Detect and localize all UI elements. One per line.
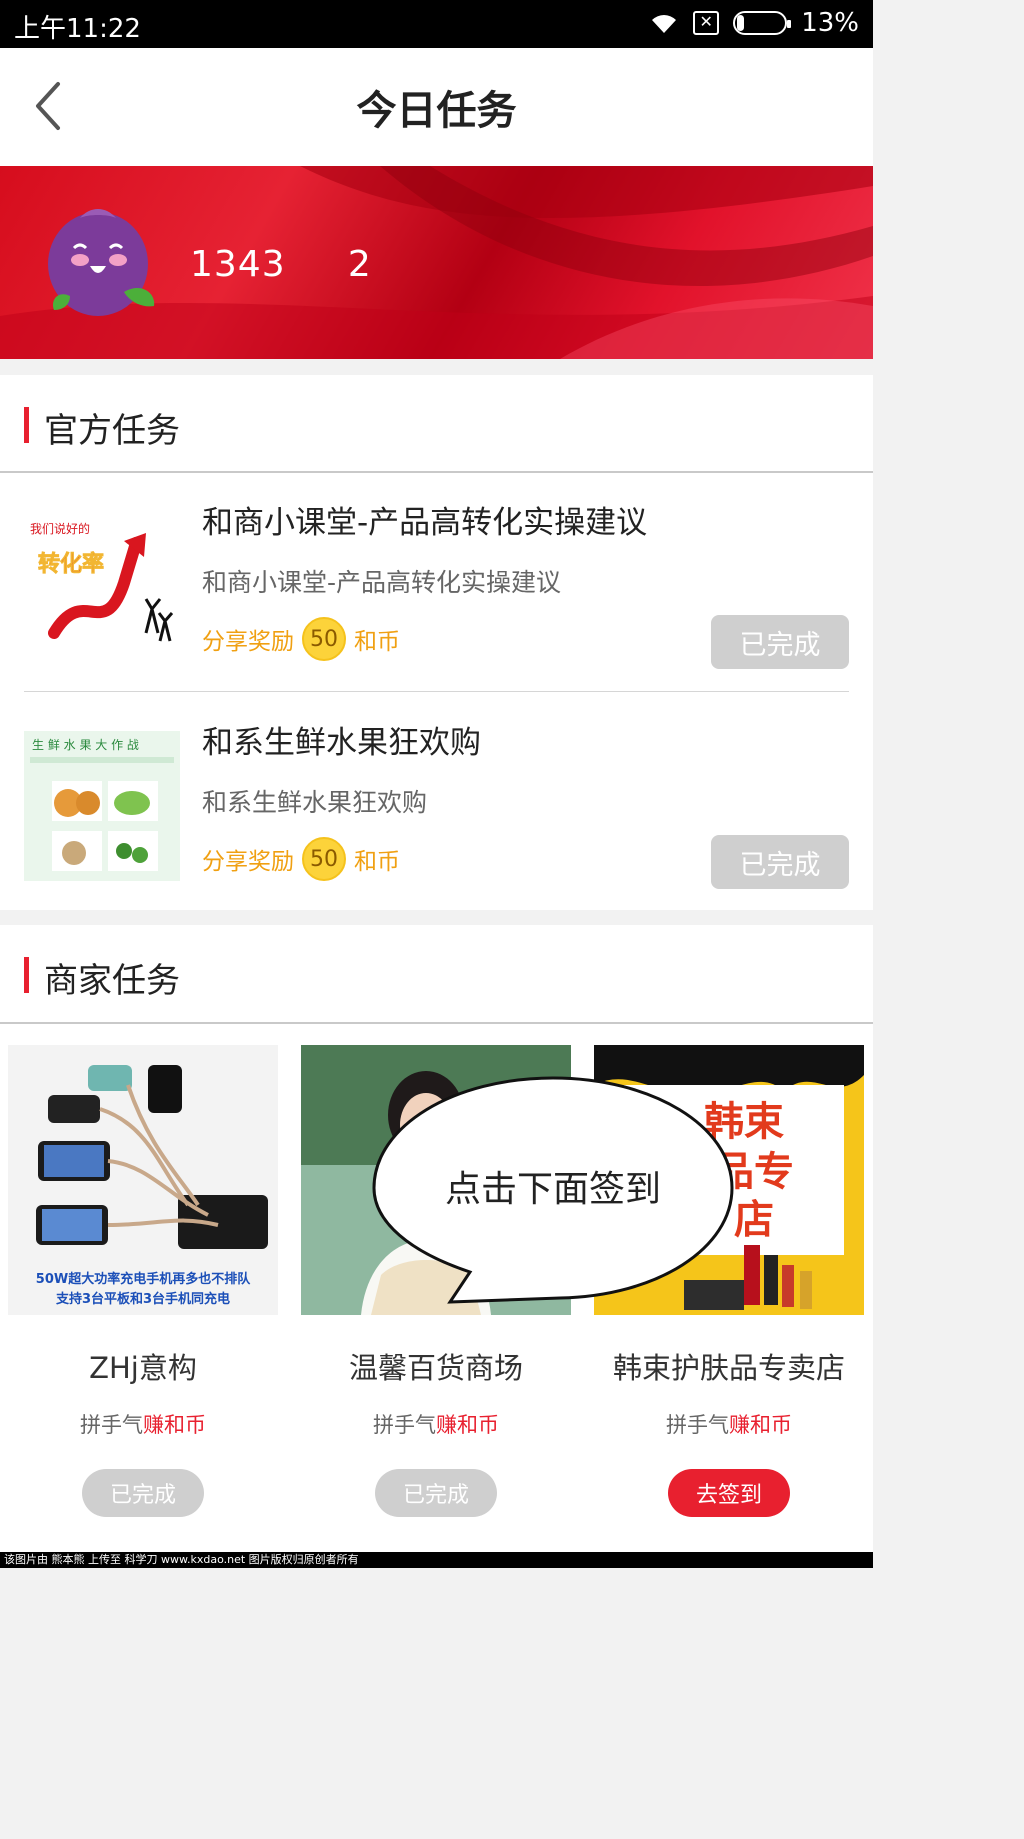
- reward-label: 分享奖励: [202, 849, 294, 875]
- profile-banner: 1343 2: [0, 166, 873, 359]
- task-status-button[interactable]: 已完成: [711, 835, 849, 889]
- merchant-name: 温馨百货商场: [348, 1351, 523, 1385]
- task-row[interactable]: 生 鲜 水 果 大 作 战 和系生鲜水果狂欢购 和系生鲜水果狂欢购 分享奖励 5…: [0, 693, 873, 911]
- reward-label: 分享奖励: [202, 629, 294, 655]
- no-sim-icon: ✕: [693, 11, 720, 35]
- svg-text:生 鲜 水 果 大 作 战: 生 鲜 水 果 大 作 战: [32, 738, 139, 752]
- subtitle-prefix: 拼手气: [80, 1413, 143, 1437]
- subtitle-highlight: 赚和币: [729, 1413, 792, 1437]
- merchant-status-button[interactable]: 已完成: [375, 1469, 497, 1517]
- task-description: 和系生鲜水果狂欢购: [202, 788, 428, 817]
- svg-text:转化率: 转化率: [38, 551, 104, 577]
- status-bar: 上午11:22 ✕ 13%: [0, 0, 873, 48]
- section-divider: [0, 1022, 873, 1024]
- coin-icon: 50: [302, 837, 346, 881]
- subtitle-highlight: 赚和币: [436, 1413, 499, 1437]
- svg-text:店: 店: [734, 1197, 774, 1243]
- user-id: 1343 2: [190, 244, 372, 285]
- wifi-icon: [652, 15, 677, 34]
- status-time: 上午11:22: [14, 14, 141, 44]
- task-description: 和商小课堂-产品高转化实操建议: [202, 568, 562, 597]
- svg-text:50W超大功率充电手机再多也不排队: 50W超大功率充电手机再多也不排队: [36, 1271, 251, 1287]
- merchant-name: 韩束护肤品专卖店: [612, 1351, 845, 1385]
- task-thumbnail: 生 鲜 水 果 大 作 战: [24, 731, 180, 881]
- official-tasks-card: 官方任务 我们说好的 转化率 和商小课堂-产品高转化实操建议 和商小课堂-产品高…: [0, 375, 873, 910]
- merchant-subtitle: 拼手气赚和币: [594, 1409, 864, 1439]
- task-thumbnail: 我们说好的 转化率: [24, 513, 180, 663]
- check-in-button[interactable]: 去签到: [668, 1469, 790, 1517]
- callout-text: 点击下面签到: [444, 1169, 661, 1210]
- subtitle-prefix: 拼手气: [666, 1413, 729, 1437]
- battery-percent: 13%: [801, 8, 859, 38]
- page-title: 今日任务: [356, 88, 517, 134]
- official-section-title: 官方任务: [24, 403, 180, 452]
- reward-unit: 和币: [354, 849, 400, 875]
- reward-info: 分享奖励 50 和币: [202, 615, 400, 663]
- task-status-button[interactable]: 已完成: [711, 615, 849, 669]
- task-title: 和系生鲜水果狂欢购: [202, 725, 481, 761]
- status-icons: ✕ 13%: [649, 8, 859, 38]
- merchant-image: 50W超大功率充电手机再多也不排队 支持3台平板和3台手机同充电: [8, 1045, 278, 1315]
- watermark-footer: 该图片由 熊本熊 上传至 科学刀 www.kxdao.net 图片版权归原创者所…: [0, 1552, 873, 1568]
- merchant-subtitle: 拼手气赚和币: [8, 1409, 278, 1439]
- merchant-subtitle: 拼手气赚和币: [301, 1409, 571, 1439]
- task-title: 和商小课堂-产品高转化实操建议: [202, 505, 648, 541]
- merchant-item[interactable]: 50W超大功率充电手机再多也不排队 支持3台平板和3台手机同充电 ZHj意构 拼…: [8, 1045, 278, 1517]
- svg-text:支持3台平板和3台手机同充电: 支持3台平板和3台手机同充电: [55, 1291, 230, 1307]
- top-bar: 今日任务: [0, 48, 873, 166]
- battery-icon: [733, 11, 792, 35]
- task-row[interactable]: 我们说好的 转化率 和商小课堂-产品高转化实操建议 和商小课堂-产品高转化实操建…: [0, 473, 873, 691]
- charger-product-image: 50W超大功率充电手机再多也不排队 支持3台平板和3台手机同充电: [8, 1045, 278, 1315]
- row-divider: [24, 691, 849, 692]
- subtitle-highlight: 赚和币: [143, 1413, 206, 1437]
- fresh-fruit-image: 生 鲜 水 果 大 作 战: [24, 731, 180, 881]
- svg-text:我们说好的: 我们说好的: [30, 521, 90, 536]
- merchant-status-button[interactable]: 已完成: [82, 1469, 204, 1517]
- reward-unit: 和币: [354, 629, 400, 655]
- coin-icon: 50: [302, 617, 346, 661]
- reward-info: 分享奖励 50 和币: [202, 835, 400, 883]
- merchant-name: ZHj意构: [89, 1351, 197, 1385]
- merchant-section-title: 商家任务: [24, 953, 180, 1002]
- conversion-rate-image: 我们说好的 转化率: [24, 513, 180, 663]
- subtitle-prefix: 拼手气: [373, 1413, 436, 1437]
- avatar[interactable]: [40, 196, 160, 326]
